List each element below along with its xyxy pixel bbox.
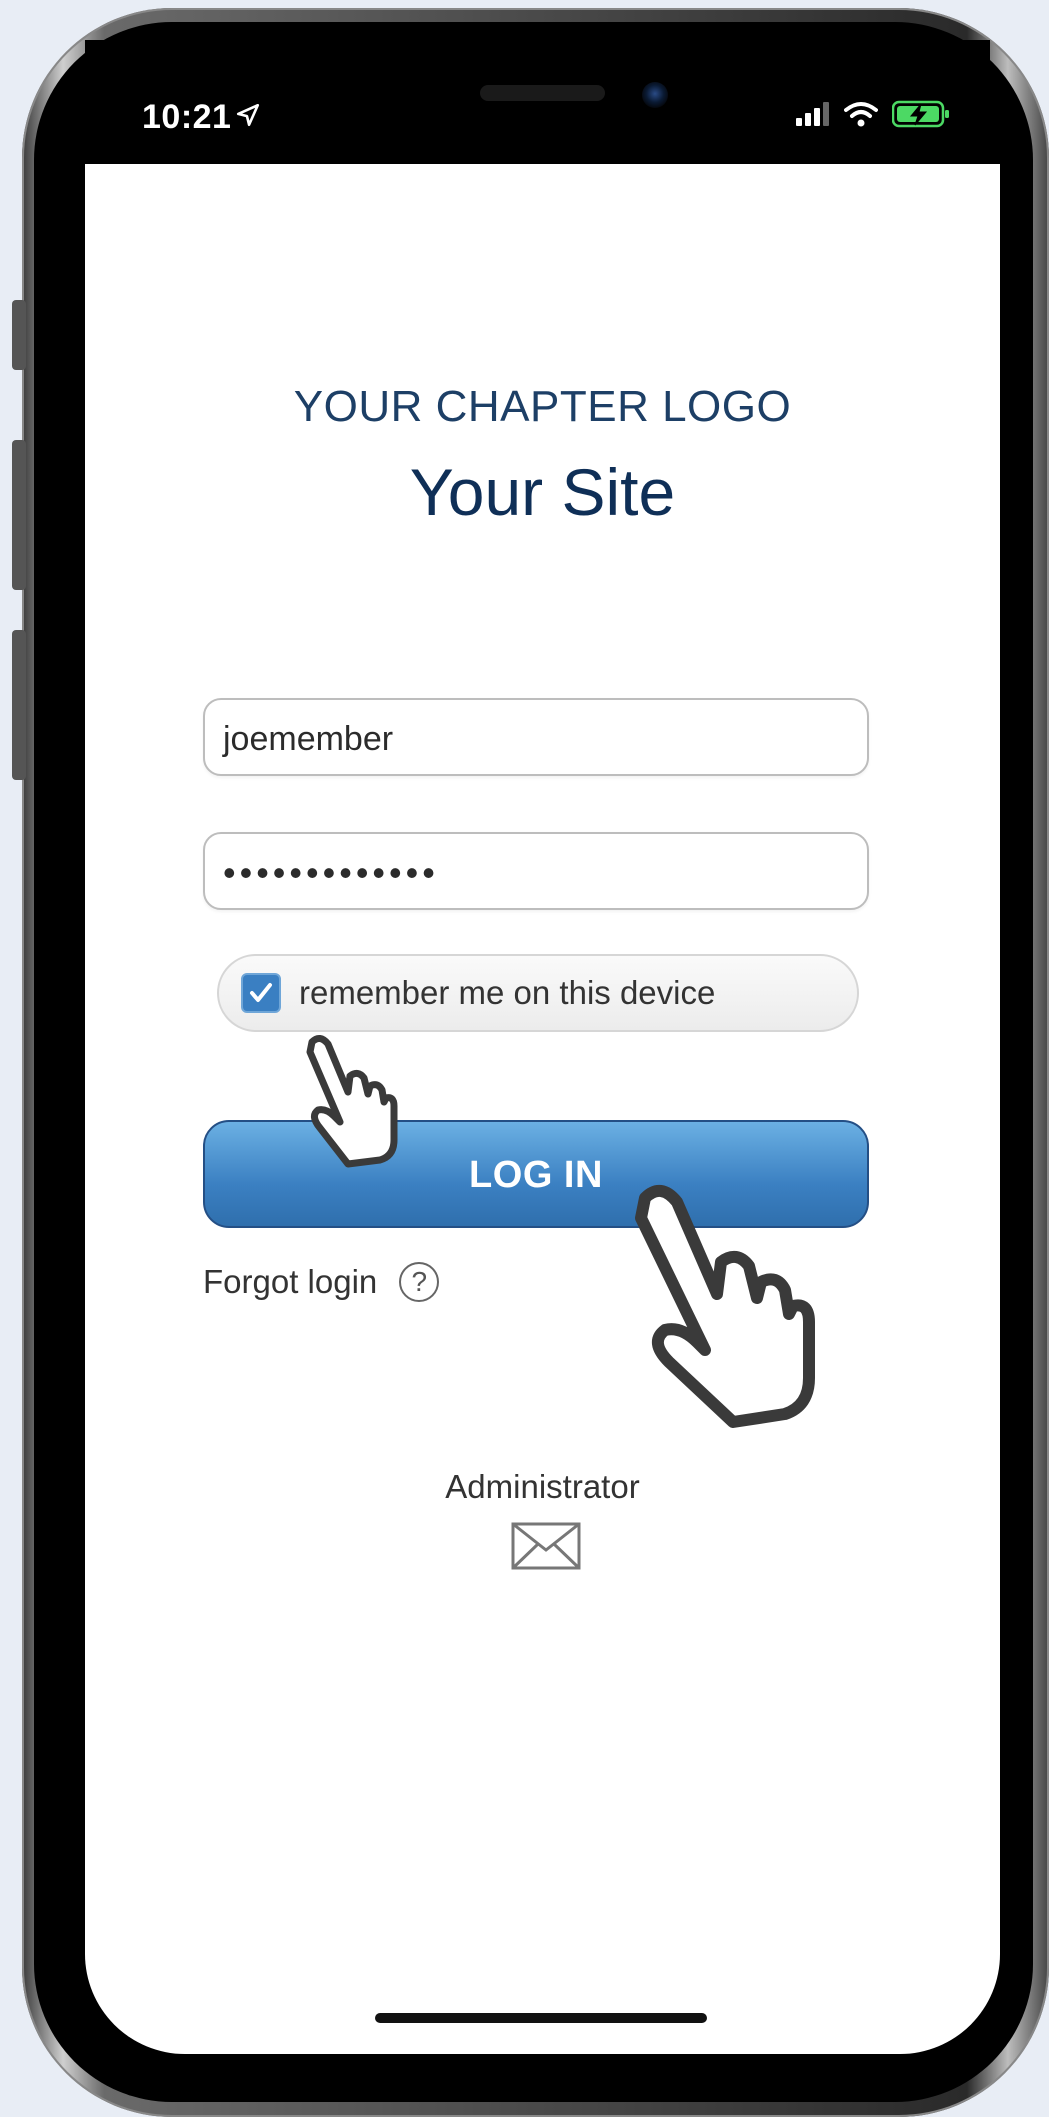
battery-charging-icon: [892, 100, 949, 128]
password-field[interactable]: •••••••••••••: [203, 832, 869, 910]
username-field[interactable]: joemember: [203, 698, 869, 776]
status-bar: 10:21: [85, 40, 990, 164]
remember-me-toggle[interactable]: remember me on this device: [217, 954, 859, 1032]
forgot-login-label: Forgot login: [203, 1263, 378, 1300]
help-icon[interactable]: ?: [399, 1262, 440, 1302]
chapter-logo: YOUR CHAPTER LOGO: [293, 382, 792, 431]
location-arrow-icon: [236, 103, 260, 127]
pointer-hand-icon: [635, 1185, 815, 1428]
pointer-hand-icon: [306, 1035, 398, 1168]
forgot-login-link[interactable]: Forgot login ?: [203, 1262, 440, 1302]
volume-down-button: [12, 630, 26, 780]
mute-switch: [12, 300, 26, 370]
home-indicator[interactable]: [375, 2013, 707, 2023]
cellular-signal-icon: [796, 102, 829, 126]
remember-label: remember me on this device: [299, 974, 716, 1011]
app-screen: YOUR CHAPTER LOGO Your Site joemember ••…: [85, 164, 1000, 2054]
status-icons: [796, 100, 950, 128]
speaker-grille: [480, 85, 605, 101]
site-title: Your Site: [409, 455, 676, 529]
wifi-icon: [844, 102, 878, 127]
administrator-label: Administrator: [445, 1468, 640, 1505]
front-camera: [642, 82, 668, 108]
status-time: 10:21: [142, 98, 232, 136]
envelope-icon[interactable]: [511, 1522, 581, 1570]
remember-checkbox[interactable]: [241, 973, 281, 1013]
volume-up-button: [12, 440, 26, 590]
checkmark-icon: [250, 983, 272, 1002]
